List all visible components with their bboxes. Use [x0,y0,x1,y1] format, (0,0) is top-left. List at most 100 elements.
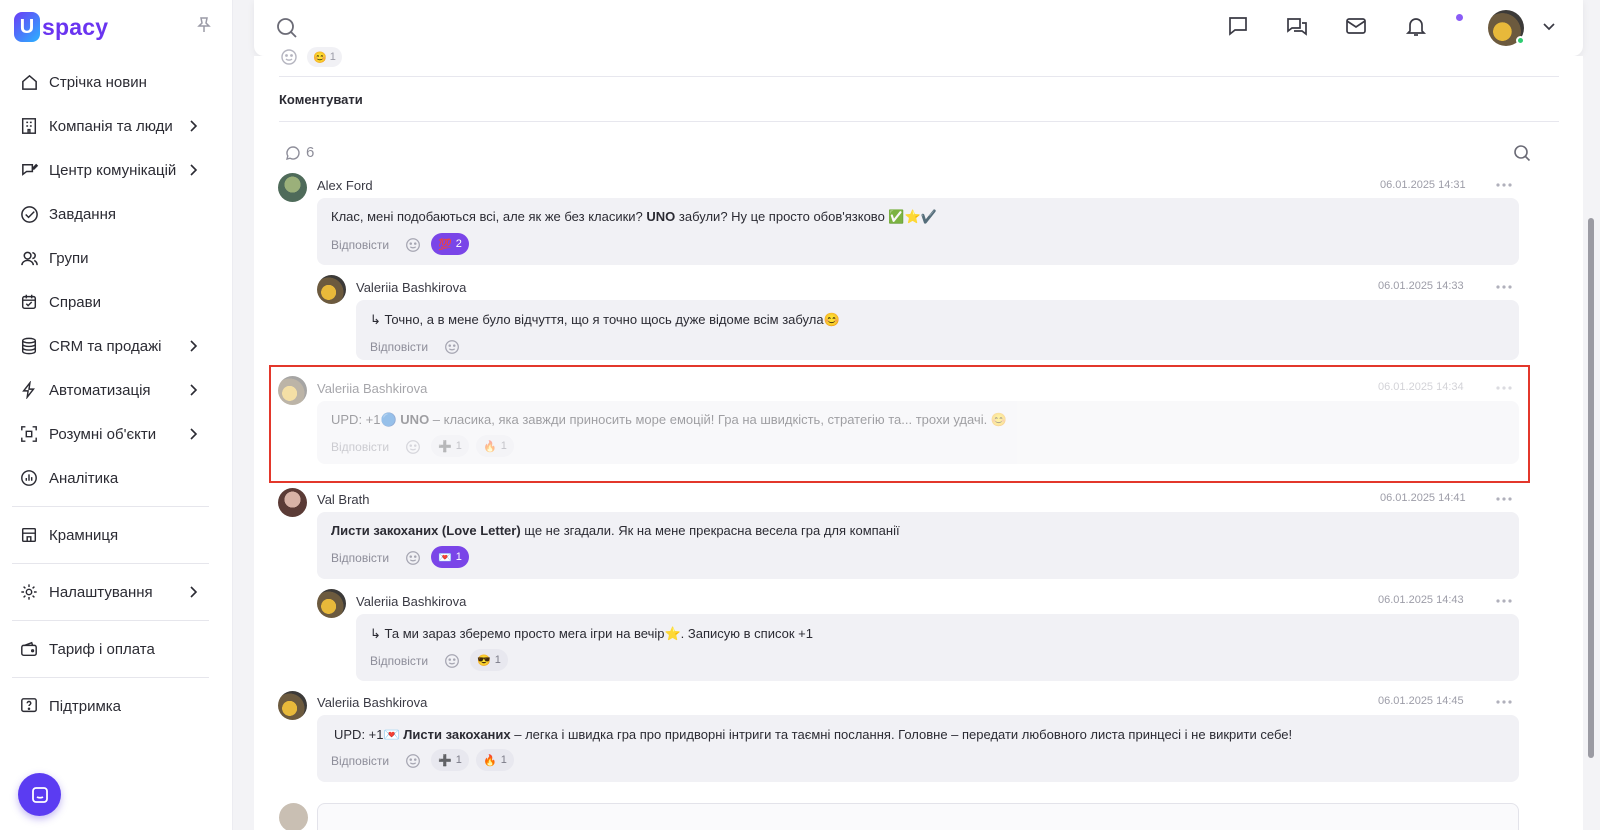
scan-icon [19,424,39,444]
online-status-dot [1516,36,1525,45]
reply-link[interactable]: Відповісти [331,238,389,252]
calendar-icon [19,292,39,312]
divider [12,677,209,678]
reaction-pill[interactable]: 💌 1 [431,546,469,568]
reaction-pill[interactable]: 🔥 1 [476,749,514,771]
reaction-count: 1 [455,551,462,563]
home-icon [19,72,39,92]
messages-icon[interactable] [1285,14,1309,38]
reply-link[interactable]: Відповісти [370,340,428,354]
lightning-icon [19,380,39,400]
divider [279,76,1559,77]
comment-input[interactable] [317,803,1519,830]
chat-icon[interactable] [1226,14,1250,38]
sidebar-item-cases[interactable]: Справи [0,280,233,324]
reaction-pill[interactable]: 💯 2 [431,233,469,255]
search-icon[interactable] [276,17,298,39]
reaction-pill[interactable]: 😎 1 [470,649,508,671]
more-options-icon[interactable] [1495,496,1513,502]
sidebar-item-news[interactable]: Стрічка новин [0,60,233,104]
comment-author[interactable]: Valeriia Bashkirova [356,280,466,295]
sidebar-item-smart-objects[interactable]: Розумні об'єкти [0,412,233,456]
sidebar-item-store[interactable]: Крамниця [0,513,233,557]
smile-emoji-icon: 😊 [313,51,327,64]
sidebar-item-analytics[interactable]: Аналітика [0,456,233,500]
comment-bubble [356,614,1519,681]
divider [12,620,209,621]
sidebar-nav: Стрічка новин Компанія та люди Центр ком… [0,60,233,728]
sidebar-item-label: Підтримка [49,697,122,715]
check-circle-icon [19,204,39,224]
bell-icon[interactable] [1404,14,1428,38]
avatar[interactable] [278,691,307,720]
reaction-emoji: 😎 [477,654,491,667]
sidebar-item-label: Розумні об'єкти [49,425,157,443]
comment-action[interactable]: Коментувати [279,92,363,107]
sidebar-item-communications[interactable]: Центр комунікацій [0,148,233,192]
users-icon [19,248,39,268]
add-reaction-icon[interactable] [404,752,422,770]
pin-icon[interactable] [197,17,211,33]
sidebar-item-tasks[interactable]: Завдання [0,192,233,236]
highlight-box [269,365,1530,483]
sidebar-item-label: Центр комунікацій [49,161,177,179]
reaction-count: 1 [455,754,462,766]
comment-text: ↳ Та ми зараз зберемо просто мега ігри н… [370,626,813,641]
search-comments-icon[interactable] [1513,144,1531,162]
sidebar-item-support[interactable]: Підтримка [0,684,233,728]
divider [279,121,1559,122]
add-reaction-icon[interactable] [404,549,422,567]
more-options-icon[interactable] [1495,699,1513,705]
reaction-pill[interactable]: ➕ 1 [431,749,469,771]
add-reaction-icon[interactable] [404,236,422,254]
chevron-right-icon [190,164,198,176]
chart-icon [19,468,39,488]
more-options-icon[interactable] [1495,598,1513,604]
avatar[interactable] [317,275,346,304]
chat-support-button[interactable] [18,773,61,816]
mail-icon[interactable] [1344,14,1368,38]
sidebar-item-label: Аналітика [49,469,119,487]
comment-author[interactable]: Valeriia Bashkirova [356,594,466,609]
more-options-icon[interactable] [1495,182,1513,188]
chevron-right-icon [190,586,198,598]
scrollbar[interactable] [1588,218,1594,758]
sidebar-item-crm[interactable]: CRM та продажі [0,324,233,368]
logo[interactable]: U spacy [14,12,108,42]
comment-author[interactable]: Val Brath [317,492,370,507]
reply-link[interactable]: Відповісти [370,654,428,668]
sidebar-item-company[interactable]: Компанія та люди [0,104,233,148]
sidebar-item-groups[interactable]: Групи [0,236,233,280]
avatar[interactable] [317,589,346,618]
reaction-pill[interactable]: 😊 1 [307,47,342,67]
comment-author[interactable]: Alex Ford [317,178,373,193]
comment-bubble [356,300,1519,360]
sidebar-item-label: Завдання [49,205,116,223]
chevron-right-icon [190,120,198,132]
add-reaction-icon[interactable] [279,47,299,67]
avatar[interactable] [278,488,307,517]
sidebar-item-billing[interactable]: Тариф і оплата [0,627,233,671]
chevron-down-icon[interactable] [1543,22,1555,32]
sidebar-item-label: Справи [49,293,101,311]
reply-link[interactable]: Відповісти [331,551,389,565]
reaction-emoji: ➕ [438,754,452,767]
comment-time: 06.01.2025 14:41 [1380,492,1466,504]
comment-text: UPD: +1💌 Листи закоханих – легка і швидк… [334,727,1293,742]
sidebar-item-settings[interactable]: Налаштування [0,570,233,614]
more-options-icon[interactable] [1495,284,1513,290]
comment-author[interactable]: Valeriia Bashkirova [317,695,427,710]
chevron-right-icon [190,340,198,352]
reaction-count: 2 [455,238,462,250]
comment-text: ↳ Точно, а в мене було відчуття, що я то… [370,312,840,327]
sidebar-item-label: CRM та продажі [49,337,162,355]
building-icon [19,116,39,136]
store-icon [19,525,39,545]
avatar[interactable] [278,173,307,202]
sidebar-item-label: Компанія та люди [49,117,173,135]
sidebar-item-automation[interactable]: Автоматизація [0,368,233,412]
reply-link[interactable]: Відповісти [331,754,389,768]
reaction-count: 1 [494,654,501,666]
add-reaction-icon[interactable] [443,652,461,670]
add-reaction-icon[interactable] [443,338,461,356]
